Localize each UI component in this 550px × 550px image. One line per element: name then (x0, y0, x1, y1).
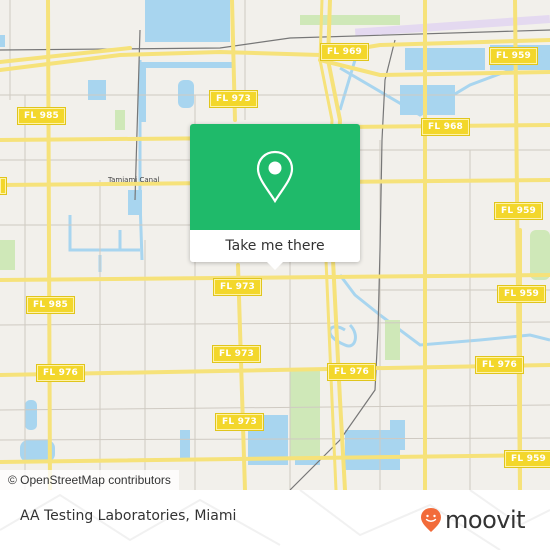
popup-pointer (267, 262, 283, 270)
footer-bar: AA Testing Laboratories, Miami moovit (0, 490, 550, 550)
brand-name: moovit (445, 506, 526, 534)
take-me-there-button[interactable]: Take me there (190, 230, 360, 262)
moovit-logo[interactable]: moovit (420, 506, 526, 534)
road-shield: FL 976 (326, 363, 377, 381)
road-shield: FL 985 (25, 296, 76, 314)
road-shield: FL 959 (503, 450, 550, 468)
road-shield: FL 959 (496, 285, 547, 303)
road-shield: FL 973 (208, 90, 259, 108)
road-shield: FL 985 (16, 107, 67, 125)
road-shield-partial (0, 177, 7, 195)
canal-label: Tamiami Canal (108, 176, 160, 184)
road-shield: FL 973 (214, 413, 265, 431)
map-view[interactable]: FL 985 FL 973 FL 969 FL 959 FL 968 FL 95… (0, 0, 550, 490)
road-shield: FL 969 (319, 43, 370, 61)
moovit-pin-smile-icon (421, 508, 441, 532)
road-shield: FL 959 (488, 47, 539, 65)
road-shield: FL 976 (35, 364, 86, 382)
road-shield: FL 968 (420, 118, 471, 136)
take-me-there-popup[interactable]: Take me there (190, 124, 360, 270)
popup-header[interactable] (190, 124, 360, 230)
place-name: AA Testing Laboratories, Miami (20, 508, 237, 524)
road-shield: FL 959 (493, 202, 544, 220)
road-shield: FL 973 (212, 278, 263, 296)
road-shield: FL 973 (211, 345, 262, 363)
road-shield: FL 976 (474, 356, 525, 374)
map-pin-icon (256, 150, 294, 204)
map-attribution[interactable]: © OpenStreetMap contributors (0, 470, 179, 490)
